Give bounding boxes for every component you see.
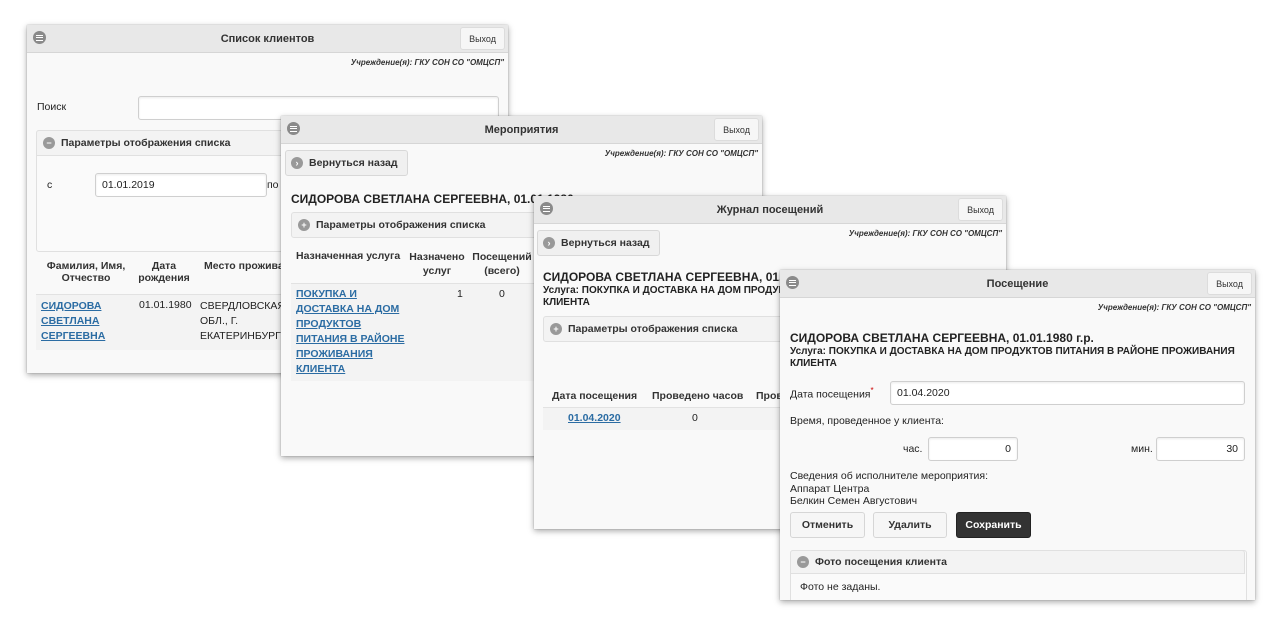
back-button[interactable]: › Вернуться назад <box>285 150 408 176</box>
from-label: с <box>47 179 53 191</box>
visits-count: 0 <box>499 288 505 300</box>
exit-button[interactable]: Выход <box>958 198 1003 221</box>
required-mark: * <box>870 386 874 395</box>
window-title: Мероприятия <box>484 123 559 136</box>
photo-section-label: Фото посещения клиента <box>815 556 947 568</box>
client-place: СВЕРДЛОВСКАЯ ОБЛ., Г. ЕКАТЕРИНБУРГ <box>200 300 285 342</box>
from-date-input[interactable]: 01.01.2019 <box>95 173 267 197</box>
hours-value: 0 <box>692 412 698 424</box>
params-label: Параметры отображения списка <box>568 323 738 335</box>
window-title: Список клиентов <box>220 32 315 45</box>
service-link[interactable]: ПОКУПКА И ДОСТАВКА НА ДОМ ПРОДУКТОВ ПИТА… <box>296 287 405 377</box>
arrow-left-circle-icon: › <box>543 237 555 249</box>
menu-circle-icon[interactable] <box>287 122 300 135</box>
exit-button[interactable]: Выход <box>460 27 505 50</box>
minus-circle-icon: − <box>797 556 809 568</box>
col-place-header: Место прожива <box>204 260 284 272</box>
client-name-link[interactable]: СИДОРОВА СВЕТЛАНА СЕРГЕЕВНА <box>41 299 105 344</box>
search-label: Поиск <box>37 101 67 113</box>
visit-date-label: Дата посещения* <box>790 386 874 401</box>
plus-circle-icon: + <box>298 219 310 231</box>
minutes-label: мин. <box>1131 443 1153 455</box>
col-service-header: Назначенная услуга <box>296 250 401 262</box>
institution-label: Учреждение(я): ГКУ СОН СО "ОМЦСП" <box>1097 303 1251 312</box>
time-label: Время, проведенное у клиента: <box>790 415 944 427</box>
col-partial-header: Пров <box>756 390 783 402</box>
clients-titlebar: Список клиентов Выход <box>27 25 508 53</box>
visit-window: Посещение Выход Учреждение(я): ГКУ СОН С… <box>780 270 1255 600</box>
exit-button[interactable]: Выход <box>1207 272 1252 295</box>
service-info: Услуга: ПОКУПКА И ДОСТАВКА НА ДОМ ПРОДУК… <box>543 285 785 308</box>
params-label: Параметры отображения списка <box>316 219 486 231</box>
minutes-input[interactable]: 30 <box>1156 437 1245 461</box>
visit-titlebar: Посещение Выход <box>780 270 1255 298</box>
institution-label: Учреждение(я): ГКУ СОН СО "ОМЦСП" <box>350 58 504 67</box>
service-info: Услуга: ПОКУПКА И ДОСТАВКА НА ДОМ ПРОДУК… <box>790 346 1235 369</box>
cancel-button[interactable]: Отменить <box>790 512 865 538</box>
exit-button[interactable]: Выход <box>714 118 759 141</box>
client-birth: 01.01.1980 <box>139 299 192 311</box>
events-titlebar: Мероприятия Выход <box>281 116 762 144</box>
menu-circle-icon[interactable] <box>786 276 799 289</box>
col-name-header: Фамилия, Имя, Отчество <box>46 260 126 284</box>
to-label: по <box>267 179 279 191</box>
menu-circle-icon[interactable] <box>33 31 46 44</box>
photo-section-toggle[interactable]: − Фото посещения клиента <box>790 550 1245 574</box>
plus-circle-icon: + <box>550 323 562 335</box>
col-birth-header: Дата рождения <box>138 260 190 284</box>
col-hours-header: Проведено часов <box>652 390 744 402</box>
params-label: Параметры отображения списка <box>61 137 231 149</box>
col-visits-header: Посещений (всего) <box>472 251 532 277</box>
menu-circle-icon[interactable] <box>540 202 553 215</box>
journal-titlebar: Журнал посещений Выход <box>534 196 1006 224</box>
col-date-header: Дата посещения <box>552 390 638 402</box>
client-heading: СИДОРОВА СВЕТЛАНА СЕРГЕЕВНА, 01.0 <box>543 270 790 284</box>
assigned-count: 1 <box>457 288 463 300</box>
executor-info: Сведения об исполнителе мероприятия: Апп… <box>790 470 989 507</box>
arrow-left-circle-icon: › <box>291 157 303 169</box>
hours-input[interactable]: 0 <box>928 437 1018 461</box>
save-button[interactable]: Сохранить <box>956 512 1031 538</box>
visit-date-input[interactable]: 01.04.2020 <box>890 381 1245 405</box>
photo-empty-text: Фото не заданы. <box>800 581 881 593</box>
window-title: Журнал посещений <box>716 203 824 216</box>
client-heading: СИДОРОВА СВЕТЛАНА СЕРГЕЕВНА, 01.01.1980 … <box>790 331 1094 345</box>
hours-label: час. <box>903 443 923 455</box>
delete-button[interactable]: Удалить <box>873 512 947 538</box>
visit-date-link[interactable]: 01.04.2020 <box>568 412 621 424</box>
back-button[interactable]: › Вернуться назад <box>537 230 660 256</box>
col-assigned-header: Назначено услуг <box>409 251 465 277</box>
window-title: Посещение <box>986 277 1049 290</box>
minus-circle-icon: − <box>43 137 55 149</box>
